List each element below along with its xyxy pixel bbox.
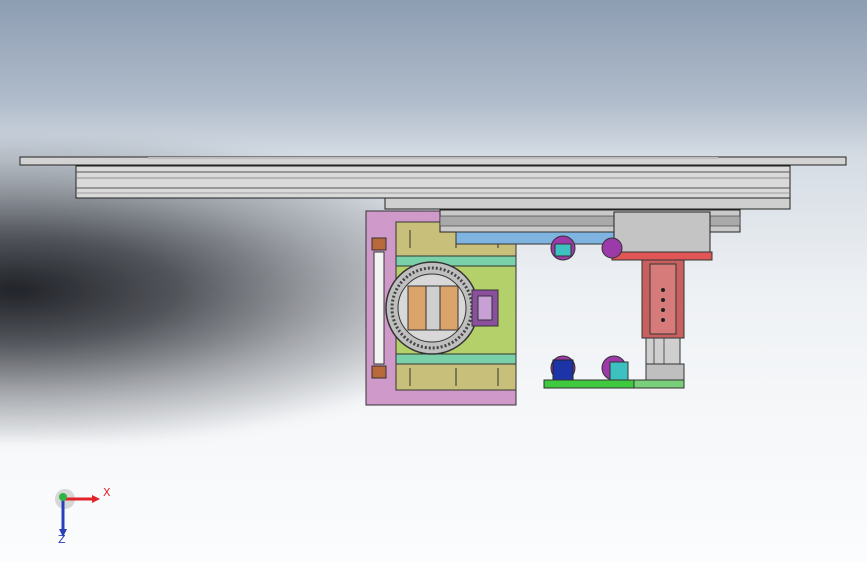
x-axis-label: X: [103, 486, 111, 499]
vertical-slide[interactable]: [641, 259, 685, 383]
top-mounting-plate[interactable]: [19, 156, 847, 166]
aluminum-beam[interactable]: [75, 165, 791, 210]
z-axis-label: Z: [58, 533, 66, 546]
bottom-rail[interactable]: [543, 379, 685, 389]
coordinate-triad: X Z: [40, 475, 130, 550]
assembly-model[interactable]: [0, 0, 867, 562]
cad-graphics-viewport[interactable]: X Z: [0, 0, 867, 562]
